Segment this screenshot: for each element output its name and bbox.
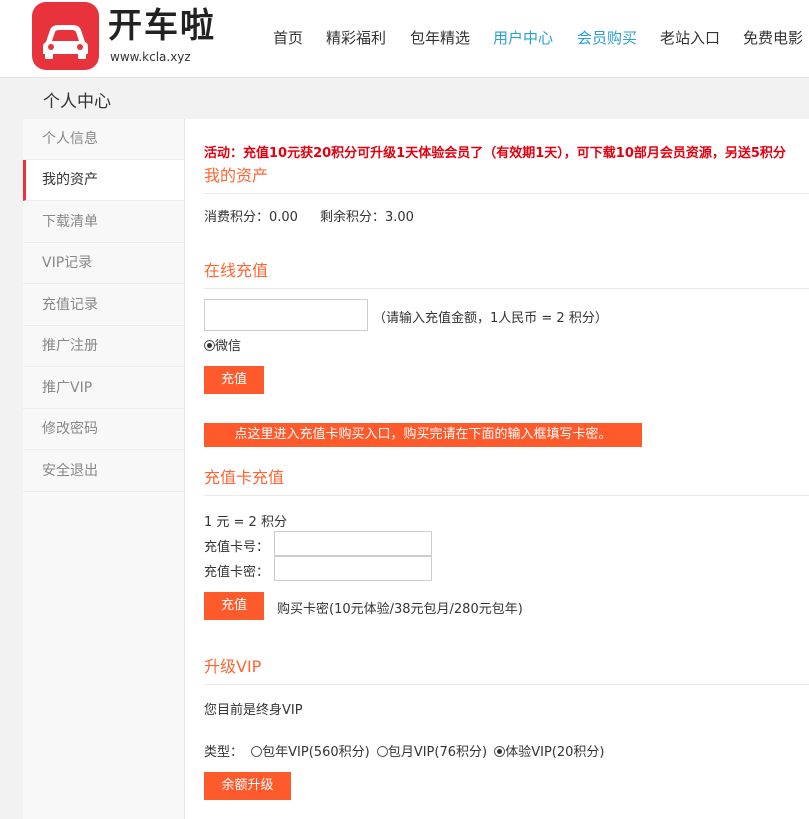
site-header: 开车啦 www.kcla.xyz 首页 精彩福利 包年精选 用户中心 会员购买 … [0, 0, 809, 78]
balance-upgrade-button[interactable]: 余额升级 [204, 772, 291, 800]
promo-notice: 活动：充值10元获20积分可升级1天体验会员了（有效期1天），可下载10部月会员… [204, 146, 786, 161]
card-purchase-link[interactable]: 点这里进入充值卡购买入口，购买完请在下面的输入框填写卡密。 [204, 423, 642, 447]
vip-option-monthly[interactable]: 包月VIP(76积分) [376, 745, 488, 760]
nav-item-yearly[interactable]: 包年精选 [410, 27, 470, 48]
sidebar-item-promo-vip[interactable]: 推广VIP [23, 368, 184, 409]
exchange-rate: 1 元 = 2 积分 [204, 515, 287, 530]
recharge-amount-input[interactable] [204, 299, 368, 331]
nav-item-old-site[interactable]: 老站入口 [660, 27, 720, 48]
nav-item-free-movies[interactable]: 免费电影 [743, 27, 803, 48]
divider [204, 193, 809, 194]
nav-item-home[interactable]: 首页 [273, 27, 303, 48]
page-title: 个人中心 [43, 92, 111, 112]
vip-option-trial[interactable]: 体验VIP(20积分) [494, 745, 605, 760]
sidebar-item-profile[interactable]: 个人信息 [23, 119, 184, 160]
radio-unchecked-icon[interactable] [251, 746, 263, 757]
vip-option-label: 包月VIP(76积分) [387, 745, 488, 760]
sidebar-item-recharge-records[interactable]: 充值记录 [23, 285, 184, 326]
recharge-hint: （请输入充值金额，1人民币 = 2 积分） [373, 311, 608, 326]
sidebar-item-assets[interactable]: 我的资产 [23, 160, 184, 201]
nav-item-welfare[interactable]: 精彩福利 [326, 27, 386, 48]
divider [204, 684, 809, 685]
nav-item-member-buy[interactable]: 会员购买 [577, 27, 637, 48]
vip-option-label: 包年VIP(560积分) [262, 745, 370, 760]
sidebar-item-change-password[interactable]: 修改密码 [23, 409, 184, 450]
vip-option-yearly[interactable]: 包年VIP(560积分) [251, 745, 370, 760]
online-recharge-title: 在线充值 [204, 261, 269, 280]
remaining-points: 剩余积分：3.00 [320, 210, 414, 225]
upgrade-vip-title: 升级VIP [204, 657, 262, 676]
sidebar-item-promo-register[interactable]: 推广注册 [23, 326, 184, 367]
buy-card-link[interactable]: 购买卡密(10元体验/38元包月/280元包年) [277, 598, 523, 617]
brand-url: www.kcla.xyz [110, 50, 191, 64]
vip-type-label: 类型： [204, 745, 244, 760]
brand-name[interactable]: 开车啦 [108, 6, 216, 46]
card-number-input[interactable] [274, 531, 432, 556]
spent-points: 消费积分：0.00 [204, 210, 298, 225]
vip-status: 您目前是终身VIP [204, 703, 303, 718]
assets-title: 我的资产 [204, 166, 269, 185]
card-password-label: 充值卡密： [204, 565, 270, 580]
recharge-button[interactable]: 充值 [204, 366, 264, 394]
vip-option-label: 体验VIP(20积分) [505, 745, 605, 760]
sidebar-item-downloads[interactable]: 下载清单 [23, 202, 184, 243]
pay-method-option[interactable]: 微信 [204, 335, 241, 354]
pay-method-label: 微信 [215, 339, 242, 354]
main-content: 活动：充值10元获20积分可升级1天体验会员了（有效期1天），可下载10部月会员… [185, 119, 809, 819]
divider [204, 495, 809, 496]
nav-item-user-center[interactable]: 用户中心 [493, 27, 553, 48]
card-recharge-button[interactable]: 充值 [204, 592, 264, 620]
vip-type-row: 类型： 包年VIP(560积分) 包月VIP(76积分) 体验VIP(20积分) [204, 741, 605, 760]
radio-checked-icon[interactable] [204, 340, 215, 351]
radio-unchecked-icon[interactable] [376, 746, 388, 757]
car-logo-icon[interactable] [32, 2, 99, 70]
card-number-label: 充值卡号： [204, 540, 270, 555]
card-password-input[interactable] [274, 556, 432, 581]
divider [204, 288, 809, 289]
sidebar: 个人信息 我的资产 下载清单 VIP记录 充值记录 推广注册 推广VIP 修改密… [23, 119, 185, 819]
sidebar-item-vip-records[interactable]: VIP记录 [23, 243, 184, 284]
radio-checked-icon[interactable] [494, 746, 506, 757]
sidebar-item-logout[interactable]: 安全退出 [23, 451, 184, 492]
card-recharge-title: 充值卡充值 [204, 468, 285, 487]
